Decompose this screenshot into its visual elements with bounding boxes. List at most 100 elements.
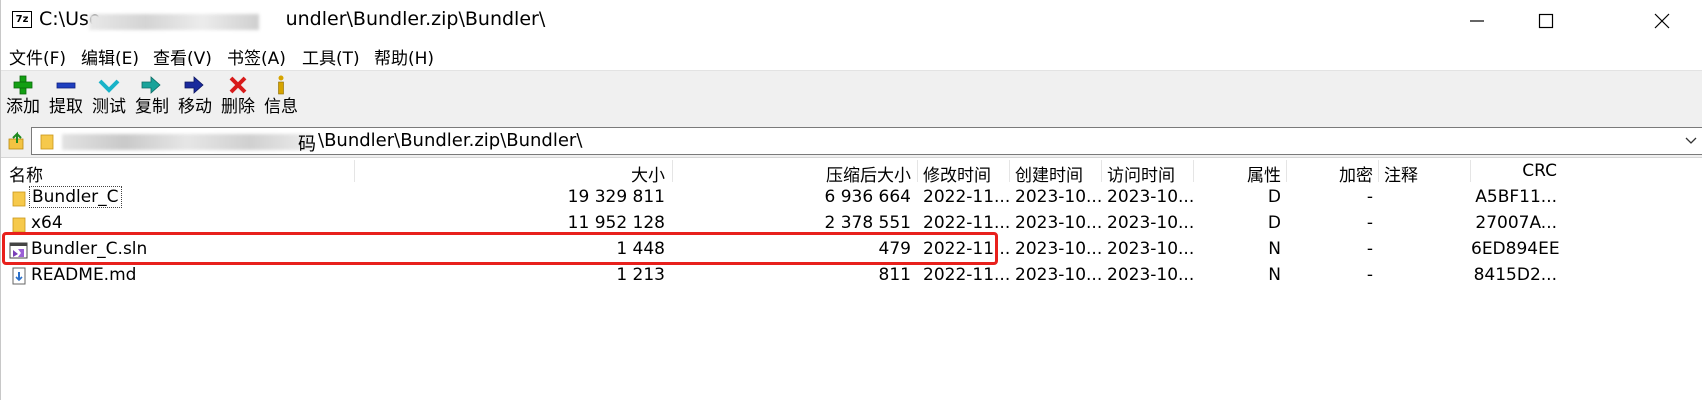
extract-button[interactable]: 提取: [46, 73, 86, 123]
file-crc: 8415D2...: [1473, 265, 1557, 285]
menu-file[interactable]: 文件(F): [9, 44, 66, 69]
menu-view[interactable]: 查看(V): [153, 44, 212, 69]
folder-icon: [12, 217, 26, 233]
close-icon: [1654, 13, 1670, 29]
file-crc: A5BF11...: [1475, 187, 1557, 207]
col-name[interactable]: 名称: [9, 161, 43, 186]
file-packed-size: 2 378 551: [824, 213, 911, 233]
minimize-icon: [1470, 20, 1484, 22]
col-attributes[interactable]: 属性: [1201, 161, 1281, 186]
menu-bar: 文件(F) 编辑(E) 查看(V) 书签(A) 工具(T) 帮助(H): [1, 42, 1702, 71]
copy-button[interactable]: 复制: [132, 73, 172, 123]
chevron-down-icon[interactable]: [1684, 134, 1698, 148]
file-modified: 2022-11...: [923, 265, 1011, 285]
file-list: 名称 大小 压缩后大小 修改时间 创建时间 访问时间 属性 加密 注释 CRC …: [1, 157, 1702, 401]
col-comment[interactable]: 注释: [1384, 161, 1418, 186]
file-packed-size: 811: [878, 265, 911, 285]
file-accessed: 2023-10...: [1107, 187, 1195, 207]
file-created: 2023-10...: [1015, 187, 1103, 207]
7zip-app-icon: 7z: [12, 11, 32, 28]
col-created[interactable]: 创建时间: [1015, 161, 1083, 186]
copy-label: 复制: [135, 97, 169, 117]
list-header: 名称 大小 压缩后大小 修改时间 创建时间 访问时间 属性 加密 注释 CRC: [1, 158, 1702, 186]
menu-edit[interactable]: 编辑(E): [81, 44, 139, 69]
file-modified: 2022-11...: [923, 213, 1011, 233]
file-crc: 27007A...: [1475, 213, 1557, 233]
info-label: 信息: [264, 97, 298, 117]
toolbar: 添加 提取 测试 复制 移动 删除 信息: [1, 71, 1702, 126]
file-encrypted: -: [1366, 187, 1373, 207]
column-divider[interactable]: [672, 160, 673, 182]
column-divider[interactable]: [354, 160, 355, 182]
column-divider[interactable]: [1193, 160, 1194, 182]
file-created: 2023-10...: [1015, 265, 1103, 285]
extract-icon: [56, 82, 76, 89]
file-attributes: N: [1268, 265, 1281, 285]
redacted-region: [62, 134, 312, 150]
test-label: 测试: [92, 97, 126, 117]
file-name: README.md: [31, 265, 137, 285]
file-name: Bundler_C: [29, 186, 122, 208]
col-encrypted[interactable]: 加密: [1291, 161, 1373, 186]
menu-tools[interactable]: 工具(T): [302, 44, 360, 69]
file-encrypted: -: [1366, 265, 1373, 285]
up-folder-button[interactable]: [7, 131, 27, 151]
add-button[interactable]: 添加: [3, 73, 43, 123]
close-button[interactable]: [1639, 6, 1685, 36]
file-created: 2023-10...: [1015, 239, 1103, 259]
col-accessed[interactable]: 访问时间: [1107, 161, 1175, 186]
table-row[interactable]: Bundler_C 19 329 811 6 936 664 2022-11..…: [1, 185, 1702, 211]
test-button[interactable]: 测试: [89, 73, 129, 123]
column-divider[interactable]: [1378, 160, 1379, 182]
markdown-file-icon: [12, 267, 26, 285]
add-icon: [13, 75, 33, 95]
extract-label: 提取: [49, 97, 83, 117]
title-suffix: undler\Bundler.zip\Bundler\: [285, 8, 546, 30]
column-divider[interactable]: [1286, 160, 1287, 182]
address-path-partial: 码: [298, 134, 316, 155]
folder-icon: [40, 134, 54, 150]
file-accessed: 2023-10...: [1107, 239, 1195, 259]
title-bar: 7z C:\Use undler\Bundler.zip\Bundler\: [1, 0, 1702, 42]
column-divider[interactable]: [917, 160, 918, 182]
file-accessed: 2023-10...: [1107, 265, 1195, 285]
menu-help[interactable]: 帮助(H): [374, 44, 434, 69]
folder-icon: [12, 191, 26, 207]
folder-up-icon: [8, 131, 24, 150]
col-packed-size[interactable]: 压缩后大小: [761, 161, 911, 186]
col-crc[interactable]: CRC: [1481, 161, 1557, 181]
maximize-icon: [1538, 13, 1554, 29]
table-row[interactable]: README.md 1 213 811 2022-11... 2023-10..…: [1, 263, 1702, 289]
move-icon: [184, 76, 204, 94]
file-encrypted: -: [1366, 213, 1373, 233]
menu-bookmarks[interactable]: 书签(A): [227, 44, 286, 69]
minimize-button[interactable]: [1454, 6, 1500, 36]
delete-button[interactable]: 删除: [218, 73, 258, 123]
file-crc: 6ED894EE: [1471, 239, 1560, 259]
address-bar: 码 \Bundler\Bundler.zip\Bundler\: [1, 125, 1702, 157]
test-icon: [98, 79, 120, 93]
column-divider[interactable]: [1101, 160, 1102, 182]
col-size[interactable]: 大小: [561, 161, 665, 186]
address-input[interactable]: 码 \Bundler\Bundler.zip\Bundler\: [31, 127, 1702, 155]
file-attributes: N: [1268, 239, 1281, 259]
info-button[interactable]: 信息: [261, 73, 301, 123]
delete-label: 删除: [221, 97, 255, 117]
file-attributes: D: [1267, 187, 1281, 207]
archive-window: 7z C:\Use undler\Bundler.zip\Bundler\ 文件(…: [0, 0, 1702, 401]
add-label: 添加: [6, 97, 40, 117]
move-label: 移动: [178, 97, 212, 117]
redacted-region: [89, 14, 259, 30]
highlight-box: [2, 232, 998, 265]
move-button[interactable]: 移动: [175, 73, 215, 123]
file-size: 11 952 128: [567, 213, 665, 233]
file-packed-size: 6 936 664: [824, 187, 911, 207]
maximize-button[interactable]: [1523, 6, 1569, 36]
address-path: \Bundler\Bundler.zip\Bundler\: [318, 130, 583, 151]
column-divider[interactable]: [1470, 160, 1471, 182]
col-modified[interactable]: 修改时间: [923, 161, 991, 186]
file-created: 2023-10...: [1015, 213, 1103, 233]
file-attributes: D: [1267, 213, 1281, 233]
file-size: 1 213: [616, 265, 665, 285]
column-divider[interactable]: [1009, 160, 1010, 182]
